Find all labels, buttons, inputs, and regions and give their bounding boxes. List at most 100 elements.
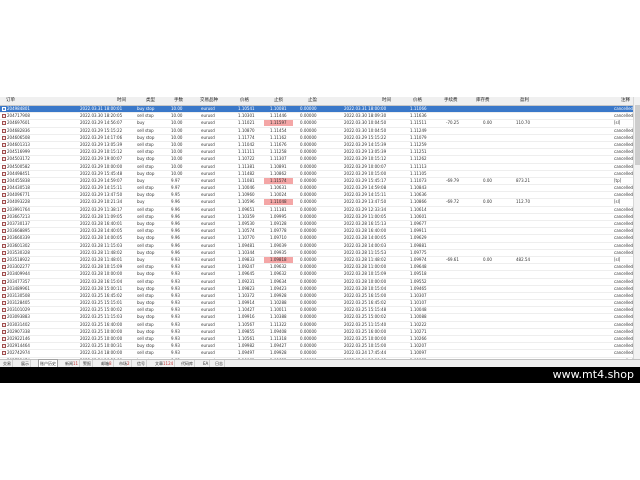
table-row[interactable]: 203518922 2022.03.28 11:48:01 buy 9.93 eurus…: [0, 256, 633, 265]
table-row[interactable]: 204455838 2022.03.29 14:59:07 buy 9.97 eurus…: [0, 177, 633, 186]
col-close-price[interactable]: 价格: [413, 97, 422, 105]
cell-time: 2022.03.28 14:40:05: [80, 228, 123, 234]
col-comment[interactable]: 注释: [621, 97, 630, 105]
table-row[interactable]: 203667213 2022.03.28 11:09:05 sell stop 9.9…: [0, 214, 633, 221]
cell-sl: 1.09778: [270, 228, 287, 234]
cell-tp: 0.00000: [300, 120, 317, 126]
tab-2[interactable]: 账户历史: [38, 359, 58, 367]
cell-vol: 10.00: [171, 106, 183, 111]
cell-price: 1.11482: [238, 170, 255, 176]
tab-5[interactable]: 邮箱8: [100, 360, 114, 367]
cell-type: sell stop: [137, 141, 154, 147]
table-row[interactable]: 204697601 2022.03.29 14:56:07 buy 10.00 euru…: [0, 120, 633, 128]
table-row[interactable]: 203409944 2022.03.28 10:00:00 buy stop 9.93…: [0, 271, 634, 279]
col-time[interactable]: 时间: [117, 97, 126, 105]
table-row[interactable]: 203031402 2022.03.25 16:40:00 sell stop 9.9…: [0, 322, 633, 329]
cell-sl: 1.10024: [270, 192, 287, 198]
cell-price: 1.09481: [238, 242, 255, 248]
tab-8[interactable]: 文章1124: [154, 360, 176, 367]
col-profit[interactable]: 盈利: [520, 97, 529, 105]
table-row[interactable]: 204500582 2022.03.29 10:00:00 sell stop 10.…: [0, 164, 633, 171]
cell-type: sell stop: [137, 307, 154, 313]
cell-tp: 0.00000: [300, 314, 317, 320]
tab-4[interactable]: 警报: [82, 360, 93, 367]
table-row[interactable]: 203668895 2022.03.28 14:40:05 sell stop 9.9…: [0, 228, 633, 236]
scrollbar-thumb[interactable]: [635, 105, 640, 165]
tab-1[interactable]: 展示: [20, 360, 31, 367]
cell-sym: eurusd: [201, 235, 215, 241]
cell-order: 203130508: [7, 292, 30, 298]
tab-9[interactable]: 代码库: [180, 360, 195, 367]
col-symbol[interactable]: 交易品种: [200, 97, 218, 105]
cell-time: 2022.03.28 10:00:00: [80, 271, 123, 277]
table-row[interactable]: 204717908 2022.03.30 18:20:05 sell stop 10.…: [0, 113, 633, 121]
table-row[interactable]: 202907338 2022.03.25 10:00:00 buy stop 9.93…: [0, 329, 633, 336]
col-sl[interactable]: 止损: [274, 97, 283, 105]
cell-tp: 0.00000: [300, 149, 317, 155]
cell-order: 203667213: [7, 213, 30, 219]
table-row[interactable]: 203477357 2022.03.28 16:15:04 sell stop 9.9…: [0, 279, 633, 286]
table-row[interactable]: 204606508 2022.03.29 14:17:06 buy stop 10.0…: [0, 135, 633, 142]
table-row[interactable]: 204093228 2022.03.29 10:21:34 buy 9.96 eurus…: [0, 199, 633, 207]
table-row[interactable]: 203128405 2022.03.25 15:15:01 buy stop 9.93…: [0, 300, 633, 308]
tab-0[interactable]: 交易: [2, 360, 13, 367]
cell-order: 204093228: [7, 199, 30, 205]
col-tp[interactable]: 止盈: [308, 97, 317, 105]
cell-comment: cancelled: [614, 213, 634, 219]
col-swap[interactable]: 库存费: [476, 97, 490, 105]
cell-vol: 10.00: [171, 127, 183, 133]
cell-comment: cancelled: [614, 292, 634, 298]
tab-7[interactable]: 信号: [136, 360, 147, 367]
order-type-icon: [2, 214, 6, 219]
col-type[interactable]: 类型: [146, 97, 155, 105]
table-row[interactable]: 203130508 2022.03.25 16:45:02 sell stop 9.9…: [0, 292, 634, 301]
cell-sl: 1.09128: [270, 221, 287, 226]
table-row[interactable]: 203530328 2022.03.28 11:48:02 buy stop 9.96…: [0, 250, 633, 257]
cell-comment: cancelled: [614, 350, 634, 356]
table-row[interactable]: 204516999 2022.03.29 10:15:12 sell stop 10.…: [0, 149, 633, 157]
cell-comment: cancelled: [614, 271, 634, 277]
col-volume[interactable]: 手数: [174, 97, 183, 105]
tab-10[interactable]: EA: [202, 360, 211, 367]
cell-tp: 0.00000: [300, 156, 317, 162]
table-row[interactable]: 204503172 2022.03.29 19:00:07 buy stop 10.0…: [0, 156, 633, 164]
cell-time: 2022.03.28 11:09:05: [80, 213, 123, 219]
table-row[interactable]: 204096771 2022.03.29 13:47:50 buy stop 9.95…: [0, 192, 633, 200]
cell-sl: 1.11258: [270, 149, 287, 155]
top-margin: [0, 0, 640, 97]
tab-3[interactable]: 新闻11: [64, 360, 81, 367]
cell-tp: 0.00000: [300, 350, 317, 356]
cell-cprice: 1.11073: [410, 177, 427, 183]
col-close-time[interactable]: 时间: [382, 97, 391, 105]
table-row[interactable]: 204682836 2022.03.29 15:15:22 sell stop 10.…: [0, 128, 633, 135]
col-order[interactable]: 订单: [6, 97, 15, 105]
table-row[interactable]: 203730137 2022.03.28 16:40:01 buy stop 9.96…: [0, 221, 633, 229]
table-row[interactable]: 203601302 2022.03.28 11:15:03 sell stop 9.9…: [0, 243, 633, 250]
table-row[interactable]: 203302277 2022.03.28 10:15:09 sell stop 9.9…: [0, 264, 633, 272]
table-row[interactable]: 203093883 2022.03.25 11:15:03 buy stop 9.93…: [0, 314, 633, 322]
cell-cprice: 1.11249: [410, 127, 427, 133]
table-row[interactable]: 202742974 2022.03.24 18:00:00 sell stop 9.9…: [0, 350, 634, 358]
tab-6[interactable]: 市场2: [118, 360, 132, 367]
cell-tp: 0.00000: [300, 292, 317, 298]
table-row[interactable]: 204430518 2022.03.29 14:15:11 sell stop 9.9…: [0, 185, 633, 193]
table-row[interactable]: 202914464 2022.03.25 10:00:31 buy stop 9.93…: [0, 343, 633, 351]
table-row[interactable]: 203101029 2022.03.25 15:00:02 sell stop 9.9…: [0, 307, 633, 315]
table-row[interactable]: 203991764 2022.03.29 11:38:17 sell stop 9.9…: [0, 207, 633, 214]
cell-comm: -70.25: [446, 120, 459, 126]
cell-sym: eurusd: [201, 350, 215, 356]
cell-swap: 0.00: [483, 256, 492, 262]
cell-order: 202742974: [7, 350, 30, 356]
col-price[interactable]: 价格: [240, 97, 249, 105]
vertical-scrollbar[interactable]: [633, 97, 640, 359]
cell-vol: 9.96: [171, 199, 180, 205]
table-row[interactable]: 204984801 2022.03.31 18:00:01 buy stop 10.0…: [0, 106, 633, 114]
table-row[interactable]: 204601313 2022.03.29 13:05:39 sell stop 10.…: [0, 141, 633, 150]
tab-11[interactable]: 日志: [214, 360, 225, 367]
table-row[interactable]: 204498451 2022.03.29 15:45:48 buy stop 10.0…: [0, 171, 633, 178]
table-row[interactable]: 202922146 2022.03.25 10:00:00 sell stop 9.9…: [0, 336, 633, 344]
table-row[interactable]: 203489961 2022.03.28 15:00:11 buy stop 9.93…: [0, 286, 633, 293]
col-commission[interactable]: 手续费: [444, 97, 458, 105]
cell-sl: 1.09928: [270, 350, 287, 356]
table-row[interactable]: 203660339 2022.03.28 14:00:05 buy stop 9.96…: [0, 235, 633, 243]
